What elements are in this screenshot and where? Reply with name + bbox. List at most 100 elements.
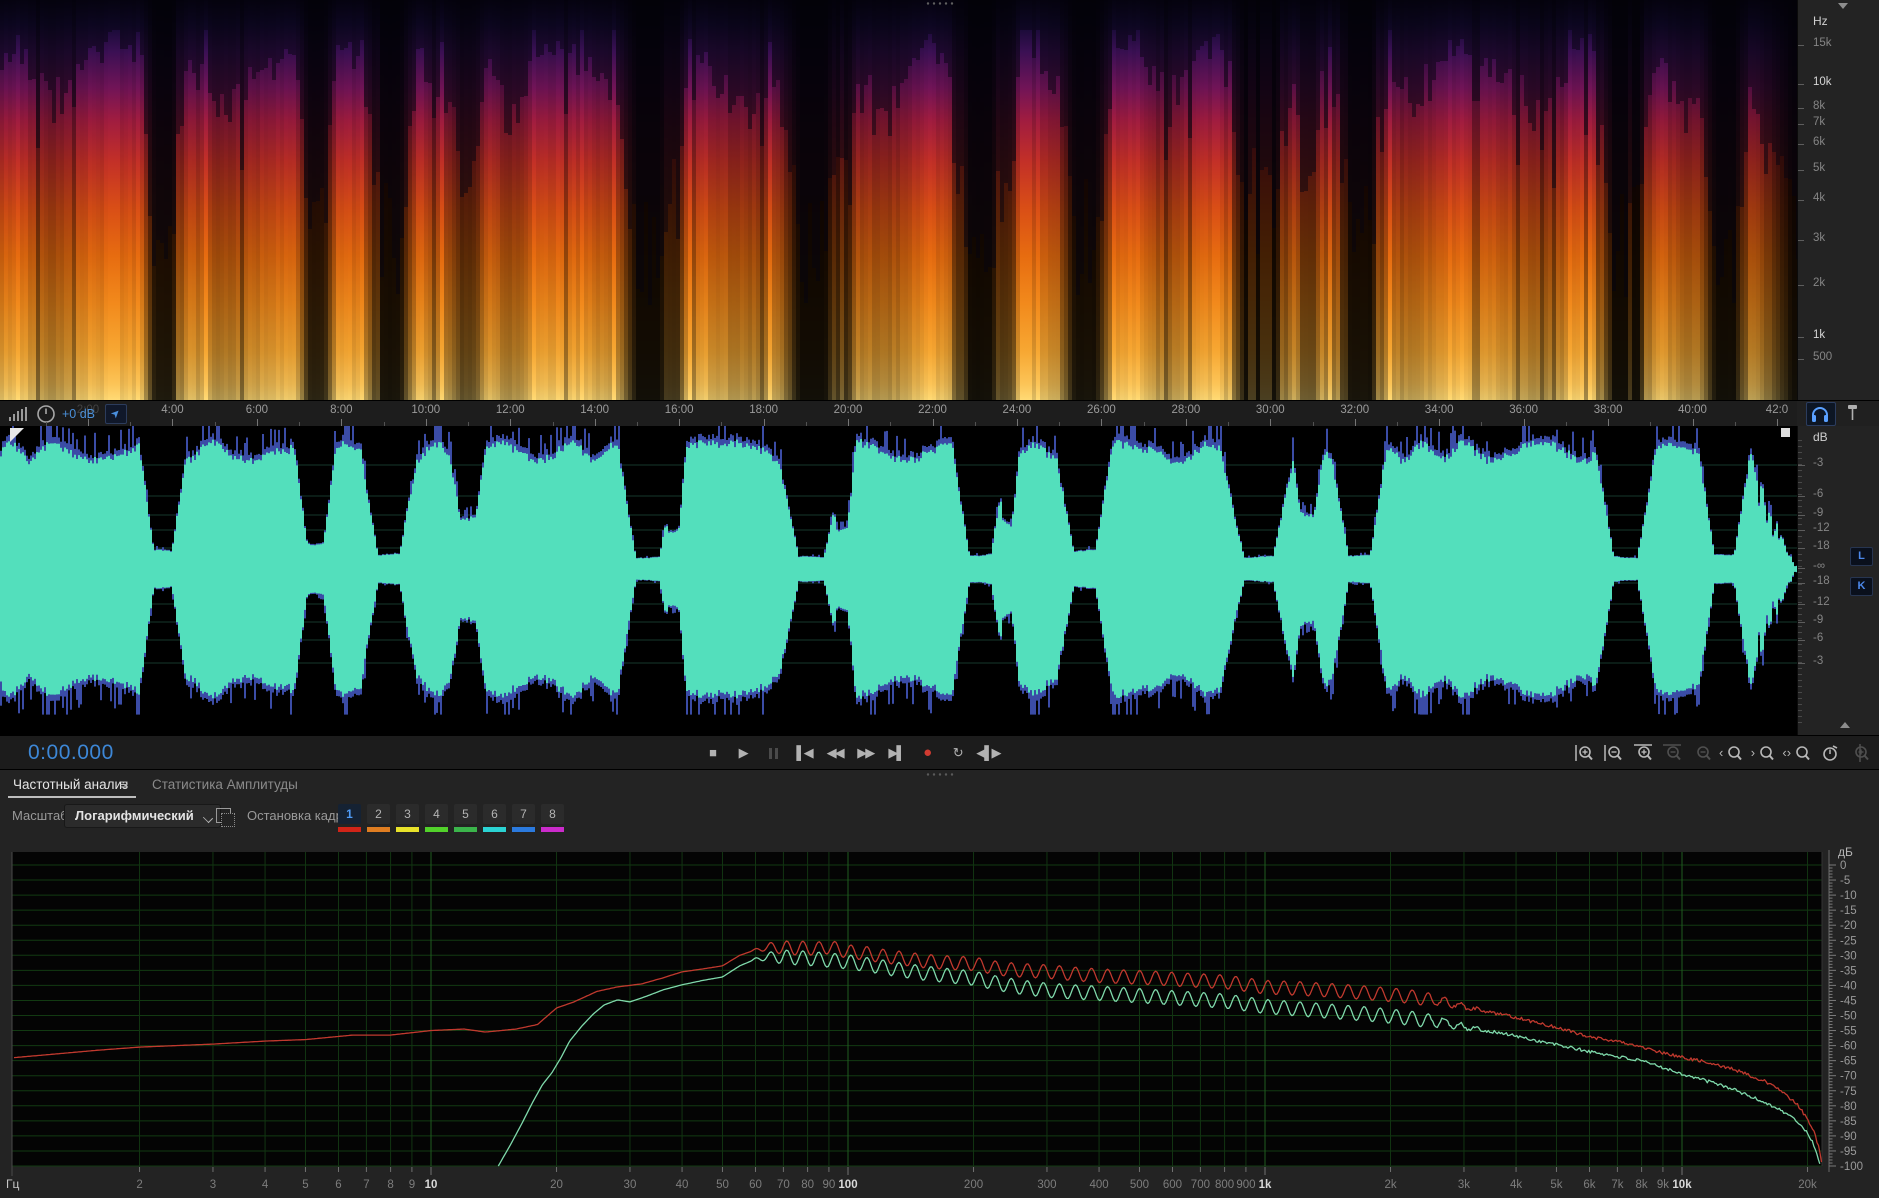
skip-playhead-button[interactable]: ◀▌▶ bbox=[976, 745, 1001, 761]
db-ruler-minor-tick bbox=[1798, 452, 1802, 453]
zoom-full-button[interactable] bbox=[1848, 743, 1872, 763]
channel-button-K[interactable]: K bbox=[1850, 577, 1873, 596]
db-ruler-minor-tick bbox=[1798, 692, 1802, 693]
frame-hold-4-button[interactable]: 4 bbox=[425, 804, 448, 824]
record-button[interactable]: ● bbox=[915, 744, 939, 761]
waveform-display[interactable] bbox=[0, 426, 1797, 735]
db-ruler-minor-tick bbox=[1798, 560, 1802, 561]
loop-playback-button[interactable]: ↻ bbox=[945, 745, 969, 761]
hz-ruler-tick bbox=[1798, 170, 1804, 171]
timeline-label: 10:00 bbox=[411, 404, 441, 416]
ruler-collapse-icon[interactable] bbox=[1838, 3, 1850, 11]
timeline-tick-major bbox=[1016, 419, 1018, 426]
ruler-expand-icon[interactable] bbox=[1840, 722, 1852, 730]
fast-forward-button[interactable]: ▶▶ bbox=[853, 745, 877, 761]
monitor-button[interactable] bbox=[1806, 402, 1836, 426]
db-ruler-label: -6 bbox=[1813, 488, 1824, 500]
spectrogram-display[interactable] bbox=[0, 0, 1797, 400]
zoom-out-horizontal-button[interactable] bbox=[1660, 743, 1684, 763]
timeline-tick-major bbox=[510, 419, 512, 426]
marker-pin-icon[interactable] bbox=[1845, 404, 1861, 422]
db-ruler-minor-tick bbox=[1798, 668, 1802, 669]
pause-button[interactable] bbox=[761, 745, 785, 760]
db-ruler-minor-tick bbox=[1798, 512, 1802, 513]
rewind-button[interactable]: ◀◀ bbox=[823, 745, 847, 761]
svg-text:10k: 10k bbox=[1672, 1179, 1692, 1191]
timeline-label: 40:00 bbox=[1678, 404, 1707, 416]
frame-hold-6-button[interactable]: 6 bbox=[483, 804, 506, 824]
db-ruler-minor-tick bbox=[1798, 644, 1802, 645]
tab-frequency-analysis[interactable]: Частотный анализ bbox=[13, 777, 128, 792]
svg-text:6: 6 bbox=[335, 1179, 341, 1191]
panel-resize-handle[interactable] bbox=[925, 1, 955, 6]
copy-frame-icon[interactable] bbox=[216, 808, 235, 827]
zoom-reset-button[interactable] bbox=[1690, 743, 1714, 763]
timeline-label: 34:00 bbox=[1424, 404, 1454, 416]
timeline-label: 4:00 bbox=[161, 404, 184, 416]
hz-ruler-label: 8k bbox=[1813, 100, 1826, 112]
svg-text:-25: -25 bbox=[1840, 935, 1857, 947]
channel-button-L[interactable]: L bbox=[1850, 547, 1873, 566]
timeline-tick-major bbox=[594, 419, 596, 426]
svg-text:-90: -90 bbox=[1840, 1131, 1857, 1143]
db-ruler-tick bbox=[1798, 530, 1805, 531]
frequency-analysis-chart[interactable]: дБ0 -5 -10 -15 -20 -25 -30 -35 -40 -45 -50 -55 -60 -6… bbox=[0, 840, 1879, 1198]
pin-button[interactable]: ➤ bbox=[105, 403, 128, 424]
timeline-tick-major bbox=[425, 419, 427, 426]
hz-ruler-label: 4k bbox=[1813, 192, 1826, 204]
time-ruler[interactable]: +0 dB ➤ 2:00 4:00 6:00 8:00 10:00 12:00 14:00 1… bbox=[0, 400, 1797, 427]
frame-hold-2-button[interactable]: 2 bbox=[367, 804, 390, 824]
frame-hold-3-button[interactable]: 3 bbox=[396, 804, 419, 824]
timeline-tick-major bbox=[763, 419, 765, 426]
svg-text:7k: 7k bbox=[1611, 1179, 1623, 1191]
panel-resize-handle-bottom[interactable] bbox=[925, 772, 955, 777]
timeline-label: 28:00 bbox=[1171, 404, 1201, 416]
hz-ruler-tick bbox=[1798, 359, 1804, 360]
frame-hold-5-button[interactable]: 5 bbox=[454, 804, 477, 824]
svg-text:-40: -40 bbox=[1840, 980, 1857, 992]
zoom-in-point-button[interactable]: ‹ bbox=[1719, 743, 1745, 763]
svg-text:20: 20 bbox=[550, 1179, 563, 1191]
frame-hold-1-button[interactable]: 1 bbox=[338, 804, 361, 824]
frame-hold-7-button[interactable]: 7 bbox=[512, 804, 535, 824]
selection-handle-right[interactable] bbox=[1779, 428, 1791, 440]
selection-handle-left[interactable] bbox=[10, 428, 26, 444]
svg-text:40: 40 bbox=[676, 1179, 689, 1191]
hz-ruler-tick bbox=[1798, 124, 1804, 125]
zoom-in-horizontal-button[interactable] bbox=[1631, 743, 1655, 763]
transport-buttons: ■ ▶ ▌◀ ◀◀ ▶▶ ▶▌ ● ↻ ◀▌▶ bbox=[700, 736, 1001, 769]
db-ruler-minor-tick bbox=[1798, 488, 1802, 489]
svg-text:50: 50 bbox=[716, 1179, 729, 1191]
scale-dropdown[interactable]: Логарифмический bbox=[64, 804, 221, 828]
zoom-selection-button[interactable]: ‹› bbox=[1782, 743, 1813, 763]
frame-hold-6-color bbox=[483, 827, 506, 832]
play-button[interactable]: ▶ bbox=[731, 745, 755, 761]
magnifier-icon bbox=[1604, 744, 1623, 761]
frequency-ruler[interactable]: Hz 15k 10k 8k 7k 6k 5k 4k 3k 2k 1k 500 bbox=[1797, 0, 1879, 400]
amplitude-ruler[interactable]: dB -3 -6 -9 -12 -18 -∞ -18 -12 -9 -6 -3 L K bbox=[1797, 426, 1879, 735]
timeline-tick-major bbox=[172, 419, 174, 426]
db-ruler-minor-tick bbox=[1798, 710, 1802, 711]
db-ruler-tick bbox=[1798, 640, 1805, 641]
db-ruler-label: -12 bbox=[1813, 522, 1830, 534]
hz-unit-label: Hz bbox=[1813, 14, 1828, 28]
zoom-in-vertical-button[interactable] bbox=[1572, 743, 1596, 763]
timer-button[interactable] bbox=[1818, 743, 1842, 763]
stop-button[interactable]: ■ bbox=[700, 745, 724, 760]
skip-to-end-button[interactable]: ▶▌ bbox=[884, 745, 908, 761]
clock-icon[interactable] bbox=[36, 404, 56, 424]
frame-hold-3-color bbox=[396, 827, 419, 832]
svg-text:700: 700 bbox=[1191, 1179, 1210, 1191]
timeline-tick-major bbox=[1185, 419, 1187, 426]
tab-amplitude-statistics[interactable]: Статистика Амплитуды bbox=[152, 777, 298, 792]
zoom-out-vertical-button[interactable] bbox=[1601, 743, 1625, 763]
svg-text:60: 60 bbox=[749, 1179, 762, 1191]
audio-editor-window: Hz 15k 10k 8k 7k 6k 5k 4k 3k 2k 1k 500 +0 dB ➤ 2:0… bbox=[0, 0, 1879, 1198]
zoom-out-point-button[interactable]: › bbox=[1751, 743, 1777, 763]
time-display[interactable]: 0:00.000 bbox=[28, 741, 114, 765]
panel-menu-icon[interactable]: ≡ bbox=[120, 776, 128, 792]
frame-hold-5-color bbox=[454, 827, 477, 832]
skip-to-start-button[interactable]: ▌◀ bbox=[792, 745, 816, 761]
frame-hold-8-button[interactable]: 8 bbox=[541, 804, 564, 824]
svg-text:8: 8 bbox=[387, 1179, 393, 1191]
